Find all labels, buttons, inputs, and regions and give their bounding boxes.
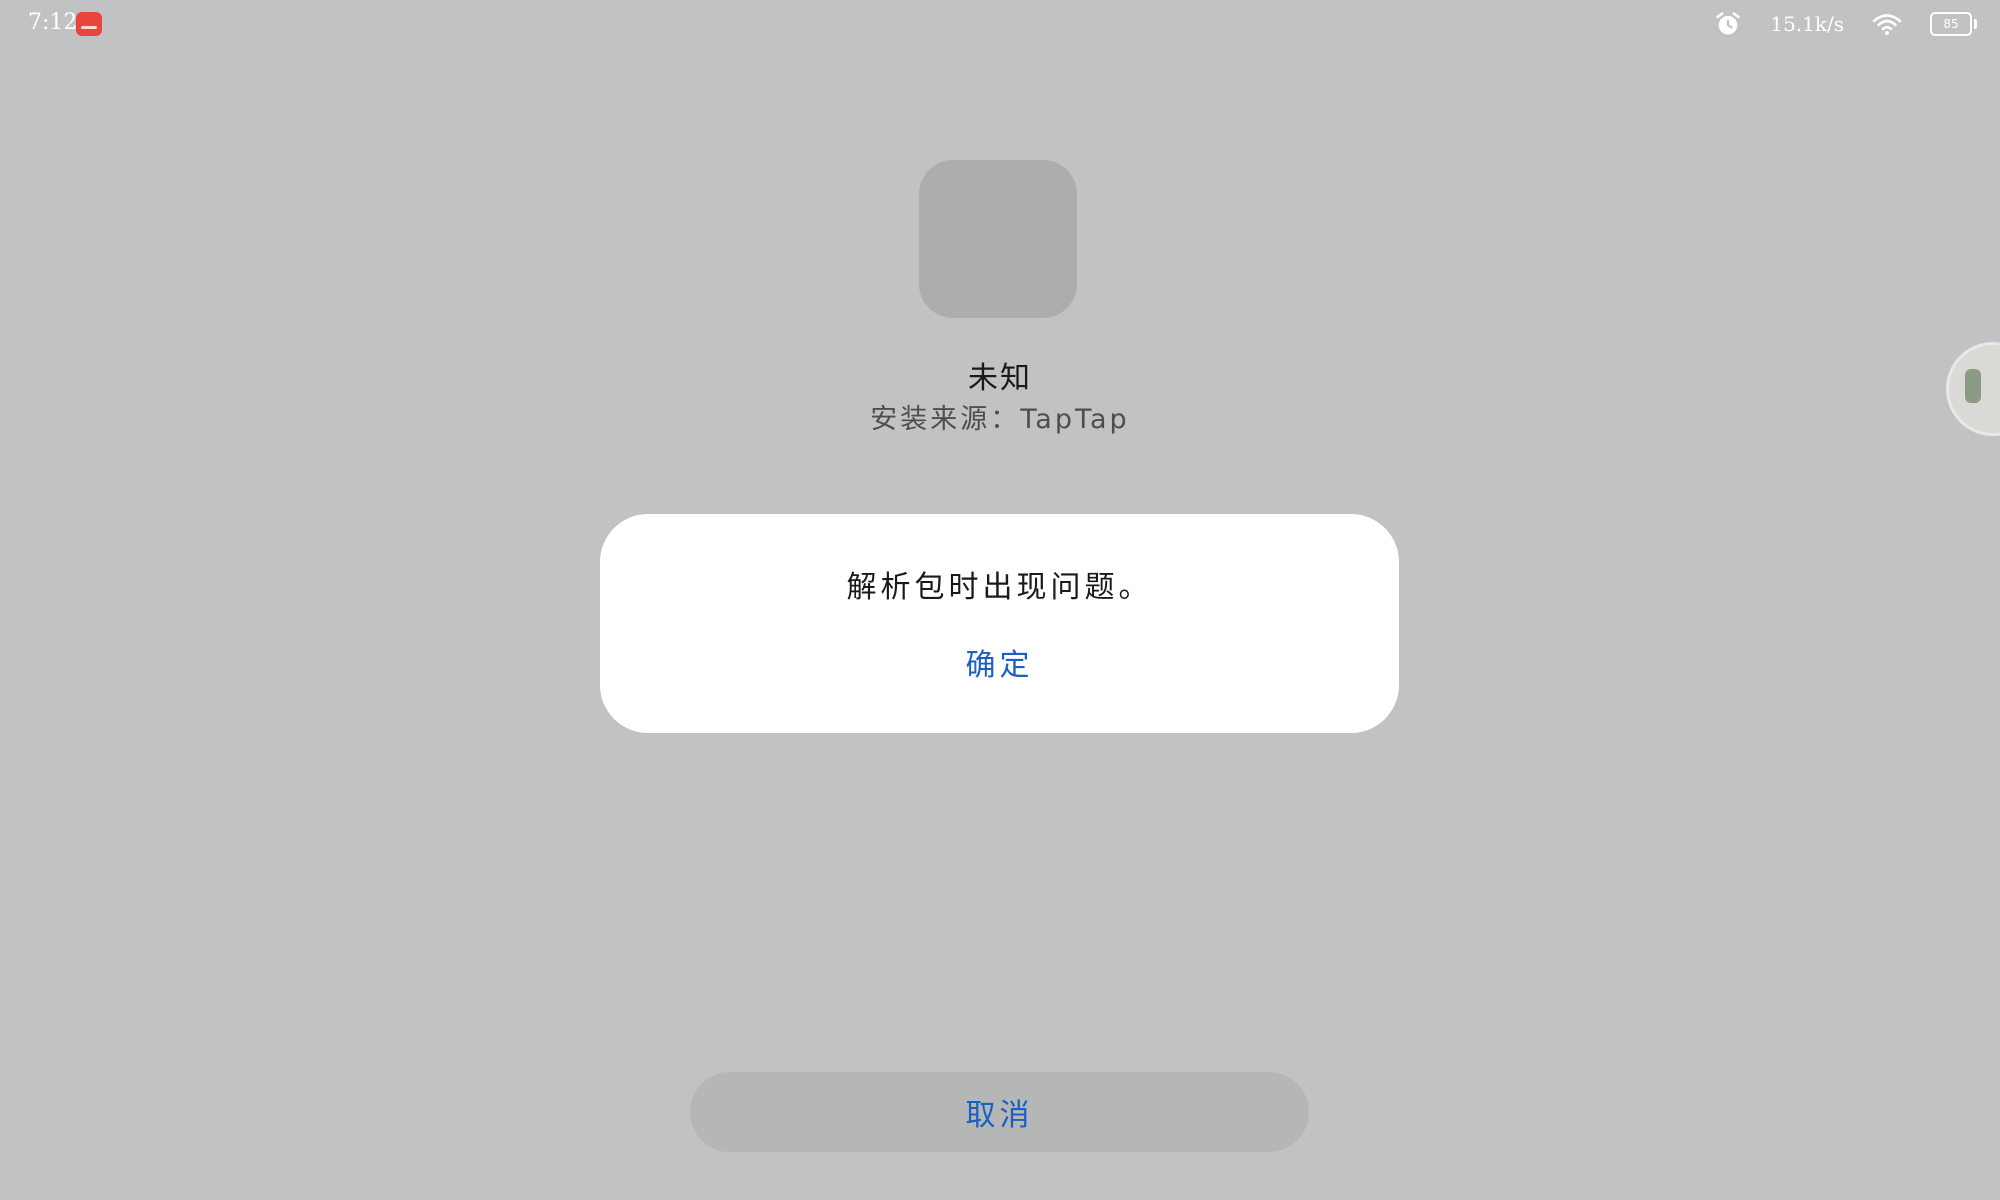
- confirm-button[interactable]: 确定: [950, 636, 1050, 688]
- app-store-badge-icon: [76, 12, 102, 36]
- alarm-icon: [1716, 12, 1741, 35]
- cancel-button[interactable]: 取消: [690, 1072, 1309, 1152]
- dialog-message: 解析包时出现问题。: [846, 570, 1153, 605]
- battery-level: 85: [1943, 17, 1959, 31]
- app-icon-placeholder: [919, 160, 1077, 318]
- screen: 7:12 15.1k/s 85 未知 安装来源：TapTap 解析包时出现问题。: [0, 0, 2000, 1200]
- wifi-icon: [1872, 14, 1902, 35]
- status-bar: 7:12 15.1k/s 85: [0, 0, 2000, 48]
- status-right-group: 15.1k/s 85: [1714, 10, 1977, 38]
- error-dialog: 解析包时出现问题。 确定: [600, 514, 1399, 733]
- net-speed: 15.1k/s: [1770, 12, 1844, 36]
- battery-icon: 85: [1930, 12, 1977, 36]
- status-time: 7:12: [28, 10, 78, 35]
- install-source: 安装来源：TapTap: [870, 404, 1130, 435]
- app-name: 未知: [968, 361, 1032, 396]
